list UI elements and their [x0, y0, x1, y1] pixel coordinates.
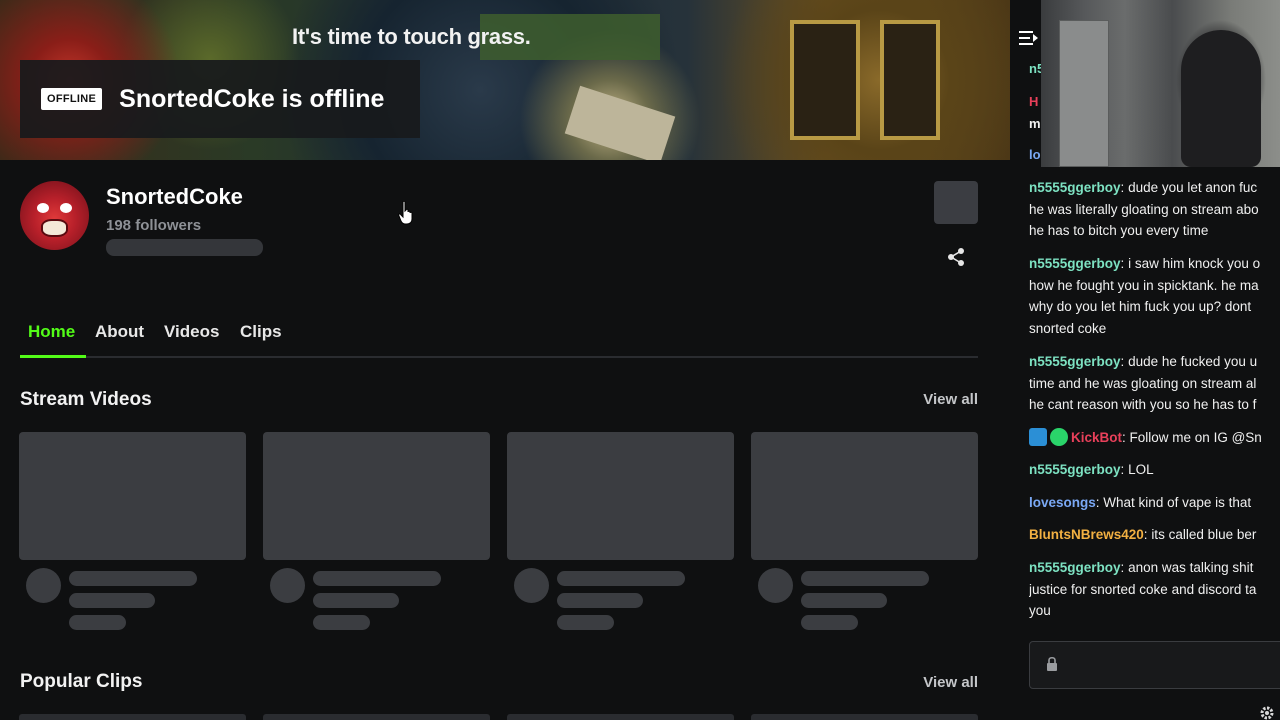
chat-message: n5555ggerboy: anon was talking shit just…: [1029, 557, 1280, 622]
video-card-placeholder[interactable]: [19, 432, 246, 560]
avatar-placeholder: [514, 568, 549, 603]
text-placeholder: [801, 615, 858, 630]
hand-cursor-icon: [398, 201, 413, 225]
chat-message: KickBot: Follow me on IG @Sn: [1029, 427, 1280, 449]
active-tab-indicator: [20, 355, 86, 358]
chat-message: BluntsNBrews420: its called blue ber: [1029, 524, 1280, 546]
text-placeholder: [313, 615, 370, 630]
follower-count: 198 followers: [106, 217, 202, 234]
text-placeholder: [557, 571, 685, 586]
text-placeholder: [557, 615, 614, 630]
chat-message: n5555ggerboy: dude he fucked you u time …: [1029, 351, 1280, 416]
chat-username[interactable]: KickBot: [1071, 430, 1122, 445]
chat-separator: :: [1120, 354, 1129, 369]
view-all-stream-videos-link[interactable]: View all: [923, 391, 978, 408]
chat-username[interactable]: n5555ggerboy: [1029, 462, 1121, 477]
share-icon[interactable]: [945, 246, 967, 268]
chat-username[interactable]: n5555ggerboy: [1029, 560, 1121, 575]
chat-message: n5555ggerboy: i saw him knock you o how …: [1029, 253, 1280, 339]
section-title-popular-clips: Popular Clips: [20, 671, 143, 692]
webcam-cabinet: [1059, 20, 1109, 167]
channel-name: SnortedCoke: [106, 184, 243, 209]
webcam-streamer: [1181, 30, 1261, 167]
banner-slogan: It's time to touch grass.: [292, 24, 531, 49]
chat-username[interactable]: BluntsNBrews420: [1029, 527, 1144, 542]
avatar-eye: [37, 203, 49, 213]
avatar-placeholder: [758, 568, 793, 603]
lock-icon: [1047, 656, 1057, 671]
offline-text: SnortedCoke is offline: [119, 84, 385, 113]
chat-username[interactable]: lovesongs: [1029, 495, 1096, 510]
text-placeholder: [313, 571, 441, 586]
banner-art: [880, 20, 940, 140]
chat-separator: :: [1120, 462, 1129, 477]
chat-input-locked[interactable]: [1029, 641, 1280, 689]
avatar-placeholder: [26, 568, 61, 603]
text-placeholder: [313, 593, 399, 608]
chat-text: What kind of vape is that: [1103, 495, 1252, 510]
verified-badge-icon: [1050, 428, 1068, 446]
chat-message-partial: m: [1029, 116, 1041, 131]
clip-card-placeholder[interactable]: [19, 714, 246, 720]
video-card-placeholder[interactable]: [263, 432, 490, 560]
clip-card-placeholder[interactable]: [751, 714, 978, 720]
tab-about[interactable]: About: [95, 322, 144, 342]
chat-separator: :: [1120, 560, 1129, 575]
banner-art: [564, 85, 676, 160]
text-placeholder: [69, 615, 126, 630]
chat-username[interactable]: n5555ggerboy: [1029, 354, 1121, 369]
offline-badge: OFFLINE: [41, 88, 103, 110]
channel-tabs: Home About Videos Clips: [20, 318, 978, 358]
tab-clips[interactable]: Clips: [240, 322, 282, 342]
avatar-placeholder: [270, 568, 305, 603]
chat-message: n5555ggerboy: dude you let anon fuc he w…: [1029, 177, 1280, 242]
offline-notice: OFFLINE SnortedCoke is offline: [20, 60, 420, 138]
avatar[interactable]: [20, 181, 89, 250]
text-placeholder: [69, 571, 197, 586]
text-placeholder: [801, 593, 887, 608]
channel-banner: It's time to touch grass. OFFLINE Snorte…: [0, 0, 1010, 160]
loading-placeholder: [106, 239, 263, 256]
chat-message: lovesongs: What kind of vape is that: [1029, 492, 1280, 514]
text-placeholder: [557, 593, 643, 608]
avatar-eye: [60, 203, 72, 213]
moderator-badge-icon: [1029, 428, 1047, 446]
chat-separator: :: [1120, 180, 1129, 195]
follow-button-placeholder[interactable]: [934, 181, 978, 224]
banner-art: [790, 20, 860, 140]
chat-separator: :: [1120, 256, 1129, 271]
clip-card-placeholder[interactable]: [263, 714, 490, 720]
view-all-popular-clips-link[interactable]: View all: [923, 674, 978, 691]
tab-home[interactable]: Home: [28, 322, 75, 342]
gear-icon[interactable]: [1259, 705, 1275, 720]
chat-text: LOL: [1128, 462, 1154, 477]
chat-separator: :: [1122, 430, 1130, 445]
section-title-stream-videos: Stream Videos: [20, 389, 152, 410]
chat-username[interactable]: n5555ggerboy: [1029, 256, 1121, 271]
webcam-overlay: [1041, 0, 1280, 167]
chat-message-partial: lo: [1029, 147, 1041, 162]
tab-videos[interactable]: Videos: [164, 322, 219, 342]
chat-username[interactable]: n5555ggerboy: [1029, 180, 1121, 195]
text-placeholder: [801, 571, 929, 586]
chat-text: its called blue ber: [1151, 527, 1257, 542]
chat-message-partial: H: [1029, 94, 1039, 109]
video-card-placeholder[interactable]: [751, 432, 978, 560]
chat-message: n5555ggerboy: LOL: [1029, 459, 1280, 481]
avatar-mouth: [41, 219, 68, 237]
chat-text: Follow me on IG @Sn: [1129, 430, 1262, 445]
collapse-chat-icon[interactable]: [1018, 28, 1040, 48]
clip-card-placeholder[interactable]: [507, 714, 734, 720]
text-placeholder: [69, 593, 155, 608]
video-card-placeholder[interactable]: [507, 432, 734, 560]
